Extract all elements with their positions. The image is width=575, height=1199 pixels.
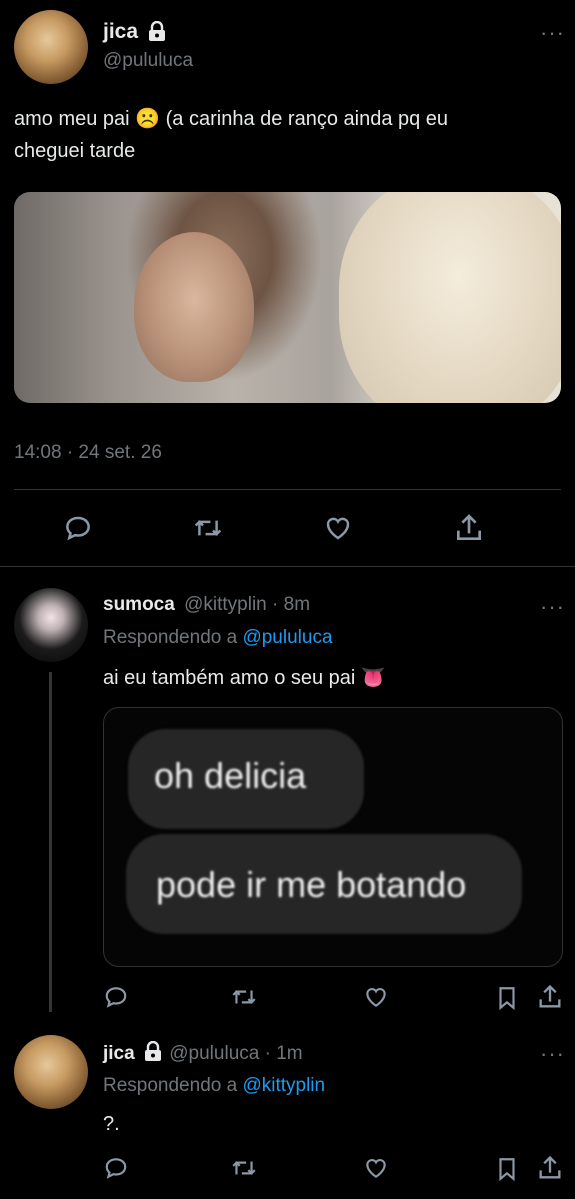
display-name: jica (103, 20, 139, 43)
handle-time: @pululuca · 1m (169, 1043, 303, 1065)
bookmark-icon[interactable] (494, 1155, 520, 1188)
author-header[interactable]: jica @pululuca · 1m (103, 1040, 303, 1067)
avatar[interactable] (14, 10, 88, 84)
retweet-icon[interactable] (230, 1155, 258, 1186)
replying-to: Respondendo a @kittyplin (103, 1075, 326, 1096)
divider (0, 566, 575, 567)
message-bubble: oh delicia (128, 729, 364, 829)
handle-time: @kittyplin · 8m (184, 594, 311, 615)
avatar[interactable] (14, 588, 88, 662)
handle[interactable]: @pululuca (103, 50, 193, 72)
more-icon[interactable]: ··· (540, 596, 565, 618)
like-icon[interactable] (362, 984, 390, 1015)
reply-icon[interactable] (103, 1155, 129, 1186)
tweet-text: ai eu também amo o seu pai 👅 (103, 667, 386, 689)
divider (14, 489, 561, 490)
thread-line (49, 672, 52, 1012)
author-header[interactable]: jica (103, 20, 166, 46)
like-icon[interactable] (362, 1155, 390, 1186)
lock-icon (148, 21, 166, 46)
display-name: jica (103, 1043, 135, 1065)
like-icon[interactable] (322, 513, 354, 548)
mention-link[interactable]: @kittyplin (242, 1075, 325, 1096)
replying-to: Respondendo a @pululuca (103, 627, 333, 648)
more-icon[interactable]: ··· (540, 1043, 565, 1065)
tweet-text: amo meu pai ☹️ (a carinha de ranço ainda… (14, 108, 449, 162)
retweet-icon[interactable] (192, 513, 224, 548)
tweet-text: ?. (103, 1113, 120, 1135)
timestamp: 14:08 · 24 set. 26 (14, 442, 162, 463)
reply-icon[interactable] (63, 513, 93, 548)
lock-icon (144, 1040, 162, 1067)
message-bubble: pode ir me botando (126, 834, 522, 934)
reply-icon[interactable] (103, 984, 129, 1015)
display-name: sumoca (103, 594, 175, 615)
mention-link[interactable]: @pululuca (242, 627, 332, 648)
share-icon[interactable] (536, 1154, 564, 1187)
avatar[interactable] (14, 1035, 88, 1109)
bookmark-icon[interactable] (494, 984, 520, 1017)
share-icon[interactable] (536, 983, 564, 1016)
author-header[interactable]: sumoca @kittyplin · 8m (103, 594, 310, 616)
share-icon[interactable] (453, 512, 485, 549)
tweet-photo[interactable] (14, 192, 561, 403)
retweet-icon[interactable] (230, 984, 258, 1015)
more-icon[interactable]: ··· (540, 22, 565, 44)
tweet-media[interactable]: oh delicia pode ir me botando (103, 707, 563, 967)
